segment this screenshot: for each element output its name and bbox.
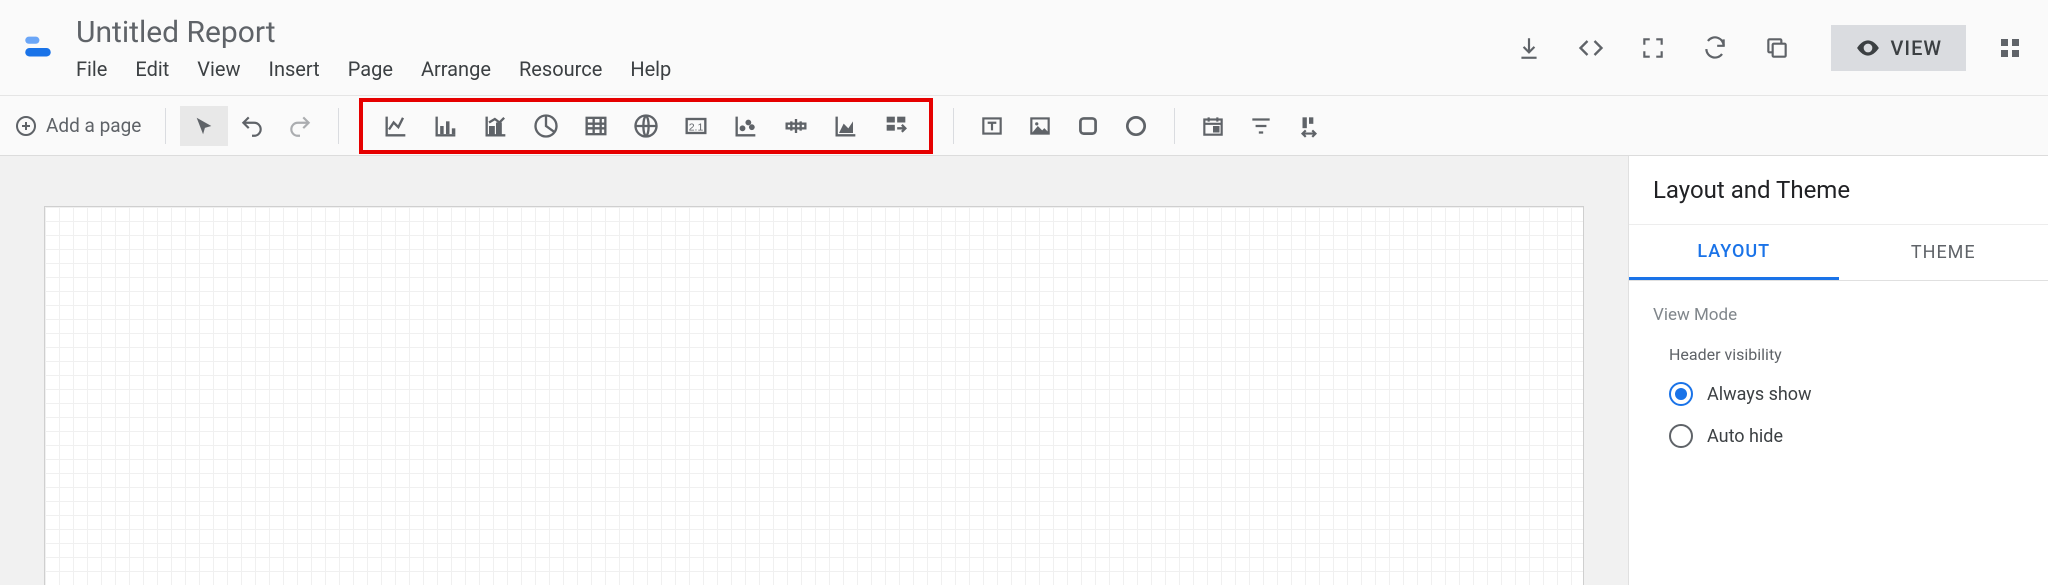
menu-help[interactable]: Help: [630, 57, 671, 81]
embed-icon[interactable]: [1573, 30, 1609, 66]
menu-insert[interactable]: Insert: [269, 57, 320, 81]
separator: [1174, 108, 1175, 144]
bullet-chart-icon[interactable]: [771, 106, 821, 146]
radio-label: Always show: [1707, 384, 1812, 405]
canvas-area[interactable]: [0, 156, 1628, 585]
refresh-icon[interactable]: [1697, 30, 1733, 66]
menu-view[interactable]: View: [197, 57, 240, 81]
radio-always-show[interactable]: Always show: [1669, 382, 2024, 406]
view-mode-heading: View Mode: [1653, 305, 2024, 325]
eye-icon: [1855, 35, 1881, 61]
app-header: Untitled Report File Edit View Insert Pa…: [0, 0, 2048, 96]
menu-resource[interactable]: Resource: [519, 57, 602, 81]
side-panel: Layout and Theme LAYOUT THEME View Mode …: [1628, 156, 2048, 585]
undo-icon[interactable]: [228, 106, 276, 146]
filter-control-icon[interactable]: [1237, 106, 1285, 146]
menubar: File Edit View Insert Page Arrange Resou…: [76, 57, 671, 81]
copy-icon[interactable]: [1759, 30, 1795, 66]
fullscreen-icon[interactable]: [1635, 30, 1671, 66]
separator: [338, 108, 339, 144]
view-button-label: VIEW: [1891, 36, 1942, 60]
radio-icon: [1669, 382, 1693, 406]
app-logo-icon[interactable]: [18, 28, 58, 68]
view-button[interactable]: VIEW: [1831, 25, 1966, 71]
data-control-icon[interactable]: [1285, 106, 1333, 146]
table-chart-icon[interactable]: [571, 106, 621, 146]
line-chart-icon[interactable]: [371, 106, 421, 146]
header-visibility-heading: Header visibility: [1669, 345, 2024, 364]
tab-theme[interactable]: THEME: [1839, 225, 2048, 280]
radio-icon: [1669, 424, 1693, 448]
date-range-icon[interactable]: [1189, 106, 1237, 146]
separator: [165, 108, 166, 144]
radio-auto-hide[interactable]: Auto hide: [1669, 424, 2024, 448]
download-icon[interactable]: [1511, 30, 1547, 66]
panel-title: Layout and Theme: [1629, 156, 2048, 225]
document-title[interactable]: Untitled Report: [76, 15, 671, 51]
image-icon[interactable]: [1016, 106, 1064, 146]
report-canvas[interactable]: [44, 206, 1584, 585]
scorecard-icon[interactable]: 2.1: [671, 106, 721, 146]
apps-icon[interactable]: [1992, 30, 2028, 66]
area-chart-icon[interactable]: [821, 106, 871, 146]
geo-chart-icon[interactable]: [621, 106, 671, 146]
text-box-icon[interactable]: [968, 106, 1016, 146]
pivot-table-icon[interactable]: [871, 106, 921, 146]
scatter-chart-icon[interactable]: [721, 106, 771, 146]
add-page-button[interactable]: Add a page: [12, 114, 151, 138]
rectangle-shape-icon[interactable]: [1064, 106, 1112, 146]
select-tool-icon[interactable]: [180, 106, 228, 146]
toolbar: Add a page 2.1: [0, 96, 2048, 156]
pie-chart-icon[interactable]: [521, 106, 571, 146]
radio-label: Auto hide: [1707, 426, 1783, 447]
redo-icon[interactable]: [276, 106, 324, 146]
menu-file[interactable]: File: [76, 57, 107, 81]
menu-page[interactable]: Page: [348, 57, 393, 81]
svg-text:2.1: 2.1: [689, 121, 704, 133]
add-page-label: Add a page: [46, 114, 141, 137]
chart-tools-group: 2.1: [359, 98, 933, 154]
menu-edit[interactable]: Edit: [135, 57, 169, 81]
tab-layout[interactable]: LAYOUT: [1629, 225, 1839, 280]
separator: [953, 108, 954, 144]
bar-chart-icon[interactable]: [421, 106, 471, 146]
combo-chart-icon[interactable]: [471, 106, 521, 146]
menu-arrange[interactable]: Arrange: [421, 57, 491, 81]
circle-shape-icon[interactable]: [1112, 106, 1160, 146]
